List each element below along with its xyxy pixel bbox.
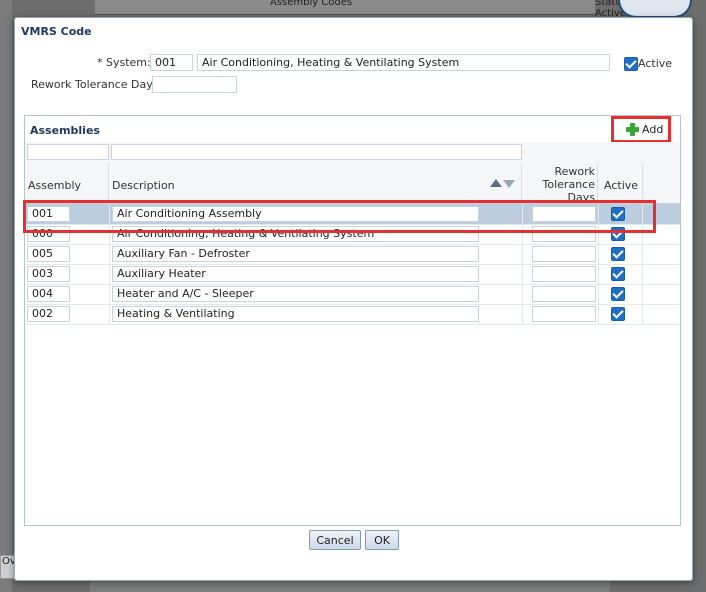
system-description-field[interactable]: Air Conditioning, Heating & Ventilating … xyxy=(197,54,610,71)
rework-header-line1: Rework xyxy=(554,165,595,178)
plus-icon xyxy=(626,122,639,136)
column-divider xyxy=(522,284,523,304)
rework-tolerance-label: Rework Tolerance Days: xyxy=(31,78,163,91)
system-active-label: Active xyxy=(638,57,673,70)
table-row[interactable]: 004 Heater and A/C - Sleeper xyxy=(25,284,680,305)
sort-ascending-icon[interactable] xyxy=(490,179,502,187)
column-divider xyxy=(109,224,110,244)
row-active-checkbox[interactable] xyxy=(611,227,625,241)
column-divider xyxy=(598,264,599,284)
assembly-code-field[interactable]: 001 xyxy=(27,206,70,222)
system-label: * System: xyxy=(97,56,151,69)
rework-tolerance-cell[interactable] xyxy=(532,206,596,222)
rework-header-line2: Tolerance xyxy=(542,178,595,191)
assembly-description-field[interactable]: Heating & Ventilating xyxy=(112,306,479,322)
system-active-checkbox[interactable] xyxy=(624,57,638,71)
column-divider xyxy=(642,264,643,284)
column-divider xyxy=(598,224,599,244)
column-divider xyxy=(598,284,599,304)
add-button-label: Add xyxy=(642,122,664,136)
column-header-row: Assembly Description Rework Tolerance Da… xyxy=(25,163,680,204)
filter-row xyxy=(25,142,680,164)
column-divider xyxy=(642,224,643,244)
assembly-code-field[interactable]: 002 xyxy=(27,306,70,322)
sort-descending-icon[interactable] xyxy=(503,180,515,188)
rework-tolerance-cell[interactable] xyxy=(532,286,596,302)
assemblies-panel: Assemblies Add Assembly Description Rewo… xyxy=(24,115,681,526)
system-code-field[interactable]: 001 xyxy=(150,54,193,71)
column-divider xyxy=(522,304,523,324)
assembly-code-field[interactable]: 000 xyxy=(27,226,70,242)
vmrs-code-dialog: VMRS Code * System: 001 Air Conditioning… xyxy=(14,17,693,581)
background-strip-label: Assembly Codes xyxy=(270,0,353,8)
table-row[interactable]: 001 Air Conditioning Assembly xyxy=(25,204,680,225)
column-header-assembly[interactable]: Assembly xyxy=(25,163,109,203)
assembly-description-field[interactable]: Air Conditioning, Heating & Ventilating … xyxy=(112,226,479,242)
description-header-label: Description xyxy=(112,179,175,192)
column-divider xyxy=(642,284,643,304)
assembly-description-field[interactable]: Auxiliary Fan - Defroster xyxy=(112,246,479,262)
table-row[interactable]: 002 Heating & Ventilating xyxy=(25,304,680,325)
cancel-button[interactable]: Cancel xyxy=(309,530,361,550)
rework-tolerance-cell[interactable] xyxy=(532,306,596,322)
table-row[interactable]: 005 Auxiliary Fan - Defroster xyxy=(25,244,680,265)
column-divider xyxy=(522,244,523,264)
column-header-active[interactable]: Active xyxy=(598,163,643,203)
rework-tolerance-cell[interactable] xyxy=(532,226,596,242)
assembly-code-field[interactable]: 004 xyxy=(27,286,70,302)
column-divider xyxy=(109,204,110,224)
column-divider xyxy=(642,244,643,264)
row-active-checkbox[interactable] xyxy=(611,307,625,321)
column-divider xyxy=(598,304,599,324)
assemblies-title: Assemblies xyxy=(30,124,100,137)
description-filter-input[interactable] xyxy=(111,144,522,160)
column-divider xyxy=(598,204,599,224)
assemblies-header: Assemblies Add xyxy=(25,116,680,143)
column-divider xyxy=(109,244,110,264)
assembly-code-field[interactable]: 005 xyxy=(27,246,70,262)
assembly-filter-input[interactable] xyxy=(27,144,109,160)
row-active-checkbox[interactable] xyxy=(611,287,625,301)
background-header-strip: Assembly Codes Status: Active xyxy=(95,0,630,19)
rework-tolerance-cell[interactable] xyxy=(532,246,596,262)
assembly-code-field[interactable]: 003 xyxy=(27,266,70,282)
add-button[interactable]: Add xyxy=(622,120,667,138)
dialog-title: VMRS Code xyxy=(21,25,92,38)
active-header-label: Active xyxy=(604,179,639,192)
column-divider xyxy=(642,304,643,324)
row-active-checkbox[interactable] xyxy=(611,267,625,281)
background-vehicle-icon xyxy=(618,0,692,18)
column-divider xyxy=(109,264,110,284)
table-row[interactable]: 000 Air Conditioning, Heating & Ventilati… xyxy=(25,224,680,245)
column-header-rework[interactable]: Rework Tolerance Days xyxy=(522,163,598,204)
assembly-description-field[interactable]: Heater and A/C - Sleeper xyxy=(112,286,479,302)
column-divider xyxy=(522,264,523,284)
column-divider xyxy=(522,204,523,224)
rework-tolerance-cell[interactable] xyxy=(532,266,596,282)
ok-button[interactable]: OK xyxy=(365,530,399,550)
assembly-description-field[interactable]: Auxiliary Heater xyxy=(112,266,479,282)
table-row[interactable]: 003 Auxiliary Heater xyxy=(25,264,680,285)
rework-header-line3: Days xyxy=(567,191,595,204)
row-active-checkbox[interactable] xyxy=(611,247,625,261)
column-divider xyxy=(642,204,643,224)
rework-tolerance-field[interactable] xyxy=(152,76,237,93)
column-divider xyxy=(109,304,110,324)
background-left-panel xyxy=(0,0,12,592)
column-header-description[interactable]: Description xyxy=(109,163,522,203)
sort-icons[interactable] xyxy=(490,179,515,188)
column-divider xyxy=(598,244,599,264)
assembly-header-label: Assembly xyxy=(28,179,82,192)
column-divider xyxy=(109,284,110,304)
assembly-description-field[interactable]: Air Conditioning Assembly xyxy=(112,206,479,222)
row-active-checkbox[interactable] xyxy=(611,207,625,221)
column-divider xyxy=(522,224,523,244)
